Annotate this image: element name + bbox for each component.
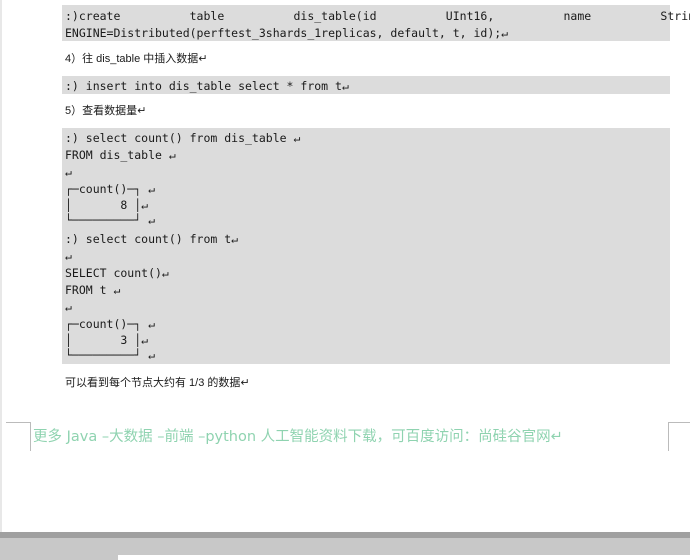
footer-corner-left xyxy=(6,422,31,451)
code-line: :) select count() from t↵ xyxy=(65,232,239,246)
code-line: ↵ xyxy=(65,300,72,314)
code-line: │ 8 │↵ xyxy=(65,198,149,212)
code-line: :) insert into dis_table select * from t… xyxy=(65,79,349,93)
code-line: ↵ xyxy=(65,165,72,179)
code-line: :) select count() from dis_table ↵ xyxy=(65,131,301,145)
code-line: │ 3 │↵ xyxy=(65,333,149,347)
step-5-heading: 5）查看数据量↵ xyxy=(65,105,147,117)
page-edge xyxy=(0,0,2,532)
conclusion-text: 可以看到每个节点大约有 1/3 的数据↵ xyxy=(65,377,250,389)
next-page-edge xyxy=(118,555,690,560)
code-block-select-count: :) select count() from dis_table ↵ FROM … xyxy=(62,128,670,364)
code-block-create-table: :)create table dis_table(id UInt16, name… xyxy=(62,5,690,41)
code-line: FROM t ↵ xyxy=(65,283,121,297)
code-line: └─────────┘ ↵ xyxy=(65,348,156,362)
code-line: ENGINE=Distributed(perftest_3shards_1rep… xyxy=(65,26,509,40)
code-line: SELECT count()↵ xyxy=(65,266,169,280)
code-line: ┌─count()─┐ ↵ xyxy=(65,182,156,196)
step-4-heading: 4）往 dis_table 中插入数据↵ xyxy=(65,53,208,65)
code-line: └─────────┘ ↵ xyxy=(65,213,156,227)
page-shadow xyxy=(0,532,690,538)
code-block-insert: :) insert into dis_table select * from t… xyxy=(62,76,670,94)
code-line: FROM dis_table ↵ xyxy=(65,148,176,162)
footer-corner-right xyxy=(668,422,690,451)
code-line: ↵ xyxy=(65,249,72,263)
footer-promo-text: 更多 Java –大数据 –前端 –python 人工智能资料下载，可百度访问：… xyxy=(33,429,563,445)
code-line: :)create table dis_table(id UInt16, name… xyxy=(65,9,690,23)
document-page: :)create table dis_table(id UInt16, name… xyxy=(0,0,690,532)
code-line: ┌─count()─┐ ↵ xyxy=(65,317,156,331)
page-gap-bar xyxy=(0,532,690,560)
